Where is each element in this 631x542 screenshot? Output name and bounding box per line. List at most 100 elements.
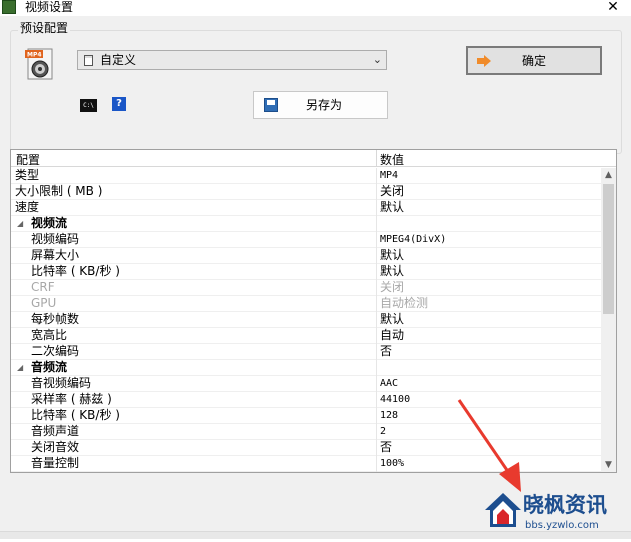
document-icon [84,55,93,66]
property-row[interactable]: CRF 关闭 [11,280,601,296]
cell-separator [376,248,377,264]
preset-combo-value: 自定义 [100,53,137,67]
cell-separator [376,280,377,296]
property-row[interactable]: 比特率 ( KB/秒 ) 默认 [11,264,601,280]
title-bar: 视频设置 ✕ [0,0,631,16]
watermark-brand: 晓枫资讯 [523,493,607,517]
category-row[interactable]: ◢ 视频流 [11,216,601,232]
ok-button[interactable]: 确定 [466,46,602,75]
property-key: 音频声道 [31,424,80,438]
property-key: 速度 [15,200,40,214]
grid-header: 配置 数值 [11,150,616,167]
property-key: 宽高比 [31,328,68,342]
mp4-file-icon: MP4 [25,48,53,80]
cell-separator [376,168,377,184]
scroll-down-icon[interactable]: ▼ [601,458,616,472]
cell-separator [376,232,377,248]
property-value[interactable]: MPEG4(DivX) [380,232,446,247]
cell-separator [376,408,377,424]
property-value[interactable]: 自动 [380,328,404,343]
preset-group-label: 预设配置 [18,20,71,36]
cell-separator [376,344,377,360]
column-header-value[interactable]: 数值 [380,151,404,168]
save-as-button[interactable]: 另存为 [253,91,388,119]
cell-separator [376,216,377,232]
property-row[interactable]: GPU 自动检测 [11,296,601,312]
status-bar [0,531,631,539]
property-row[interactable]: 视频编码 MPEG4(DivX) [11,232,601,248]
cell-separator [376,200,377,216]
cell-separator [376,360,377,376]
property-key: 视频编码 [31,232,80,246]
property-value[interactable]: 44100 [380,392,410,407]
cell-separator [376,328,377,344]
close-button[interactable]: ✕ [601,0,625,16]
command-prompt-icon[interactable]: C:\ [80,99,97,112]
property-row[interactable]: 宽高比 自动 [11,328,601,344]
property-value[interactable]: 关闭 [380,184,404,199]
property-key: 类型 [15,168,40,182]
chevron-down-icon: ⌄ [372,53,382,66]
property-key: 大小限制 ( MB ) [15,184,103,198]
column-separator [376,150,377,166]
vertical-scrollbar[interactable]: ▲ ▼ [601,168,616,472]
category-label: 音频流 [31,360,68,374]
collapse-triangle-icon[interactable]: ◢ [17,216,23,231]
property-value[interactable]: 2 [380,424,386,439]
property-row[interactable]: 速度 默认 [11,200,601,216]
property-value[interactable]: 默认 [380,264,404,279]
cell-separator [376,456,377,472]
help-icon[interactable]: ? [112,97,126,111]
property-value[interactable]: MP4 [380,168,398,183]
property-value[interactable]: 否 [380,440,392,455]
property-key: 音量控制 [31,456,80,470]
property-value[interactable]: 自动检测 [380,296,428,311]
property-key: 比特率 ( KB/秒 ) [31,408,120,422]
cell-separator [376,424,377,440]
preset-combo[interactable]: 自定义 ⌄ [77,50,387,70]
property-value[interactable]: 否 [380,344,392,359]
property-key: 每秒帧数 [31,312,80,326]
dialog-client: 预设配置 MP4 自定义 ⌄ 确定 C:\ ? 另存为 配置 数值 类型 MP4 大… [0,16,631,539]
cell-separator [376,392,377,408]
scrollbar-thumb[interactable] [603,184,614,314]
property-key: 二次编码 [31,344,80,358]
scroll-up-icon[interactable]: ▲ [601,168,616,182]
property-row[interactable]: 音视频编码 AAC [11,376,601,392]
property-key: 音视频编码 [31,376,92,390]
property-key: CRF [31,280,55,294]
collapse-triangle-icon[interactable]: ◢ [17,360,23,375]
category-row[interactable]: ◢ 音频流 [11,360,601,376]
window-title: 视频设置 [25,0,74,14]
property-row[interactable]: 类型 MP4 [11,168,601,184]
property-value[interactable]: 默认 [380,248,404,263]
red-pointer-arrow [457,399,521,492]
property-row[interactable]: 每秒帧数 默认 [11,312,601,328]
cell-separator [376,184,377,200]
property-key: 关闭音效 [31,440,80,454]
cell-separator [376,296,377,312]
cell-separator [376,440,377,456]
property-key: 比特率 ( KB/秒 ) [31,264,120,278]
column-header-config[interactable]: 配置 [16,151,40,168]
property-key: GPU [31,296,57,310]
property-value[interactable]: 128 [380,408,398,423]
property-value[interactable]: AAC [380,376,398,391]
property-row[interactable]: 大小限制 ( MB ) 关闭 [11,184,601,200]
ok-button-label: 确定 [521,54,546,68]
property-value[interactable]: 默认 [380,312,404,327]
property-row[interactable]: 屏幕大小 默认 [11,248,601,264]
property-value[interactable]: 100% [380,456,404,471]
property-row[interactable]: 二次编码 否 [11,344,601,360]
save-as-button-label: 另存为 [306,98,343,112]
mp4-badge-text: MP4 [27,52,42,59]
cell-separator [376,264,377,280]
cell-separator [376,312,377,328]
property-key: 屏幕大小 [31,248,80,262]
app-icon [2,0,16,14]
floppy-disk-icon [264,98,278,112]
property-value[interactable]: 默认 [380,200,404,215]
cell-separator [376,376,377,392]
property-value[interactable]: 关闭 [380,280,404,295]
property-key: 采样率 ( 赫兹 ) [31,392,112,406]
